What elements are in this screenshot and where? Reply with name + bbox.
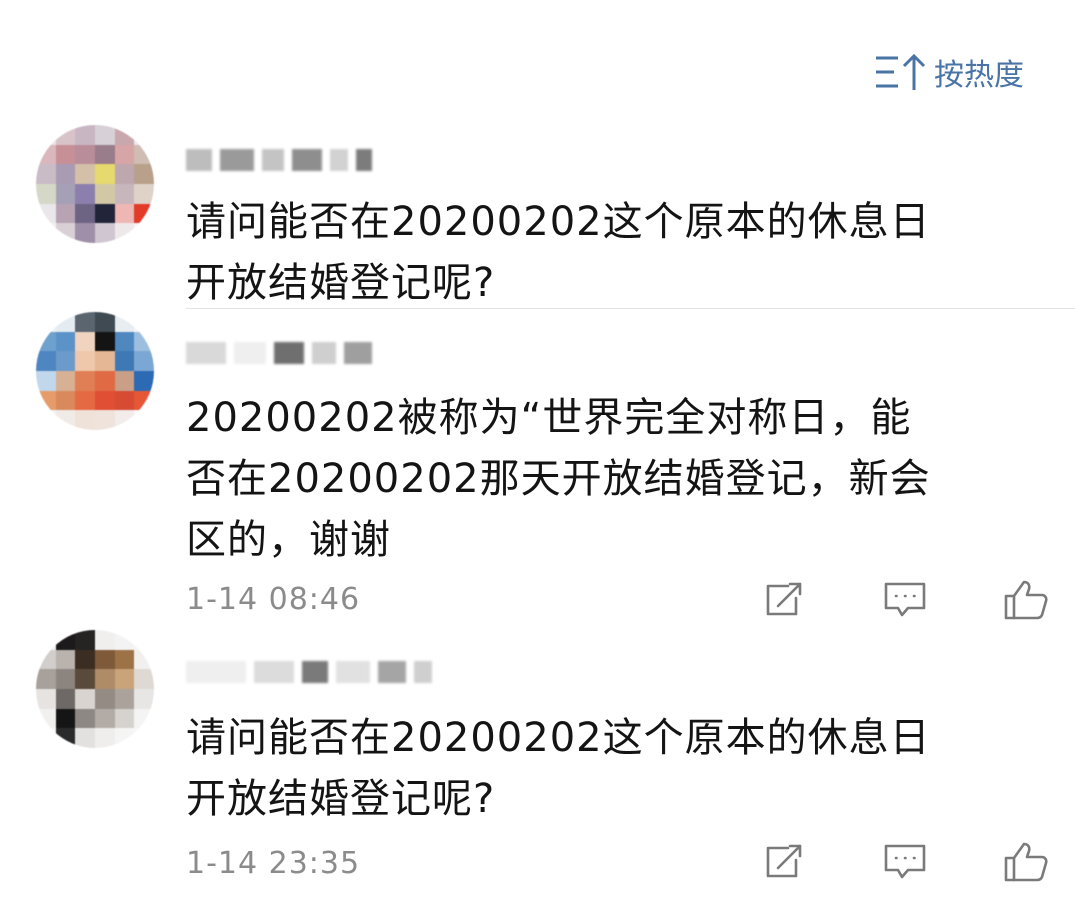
divider	[186, 308, 1075, 309]
comment-time: 1-14 23:35	[186, 846, 361, 881]
comment-icon	[884, 844, 926, 879]
share-icon	[766, 582, 802, 616]
comment-icon	[884, 582, 926, 617]
share-button[interactable]	[755, 576, 813, 624]
like-button[interactable]	[997, 576, 1055, 624]
comment-text: 请问能否在20200202这个原本的休息日 开放结婚登记呢?	[186, 192, 1016, 314]
share-icon	[766, 844, 802, 878]
comment-line: 开放结婚登记呢?	[186, 260, 496, 306]
comment-text: 20200202被称为“世界完全对称日，能 否在20200202那天开放结婚登记…	[186, 388, 1016, 571]
thumbs-up-icon	[1004, 580, 1048, 620]
username-redacted[interactable]	[186, 333, 372, 373]
sort-by-hot-button[interactable]: 按热度	[872, 48, 1062, 96]
thumbs-up-icon	[1004, 842, 1048, 882]
sort-label: 按热度	[934, 58, 1024, 93]
comment-line: 开放结婚登记呢?	[186, 776, 496, 822]
avatar[interactable]	[36, 630, 154, 748]
comment-line: 20200202被称为“世界完全对称日，能	[186, 395, 912, 441]
reply-button[interactable]	[876, 838, 934, 886]
comment-line: 区的，谢谢	[186, 517, 391, 563]
comment-line: 请问能否在20200202这个原本的休息日	[186, 715, 931, 761]
username-redacted[interactable]	[186, 652, 432, 692]
comment-line: 请问能否在20200202这个原本的休息日	[186, 199, 931, 245]
username-redacted[interactable]	[186, 140, 372, 180]
comment-actions	[755, 838, 1055, 886]
like-button[interactable]	[997, 838, 1055, 886]
share-button[interactable]	[755, 838, 813, 886]
comment-text: 请问能否在20200202这个原本的休息日 开放结婚登记呢?	[186, 708, 1016, 830]
avatar[interactable]	[36, 312, 154, 430]
comment-line: 否在20200202那天开放结婚登记，新会	[186, 456, 931, 502]
avatar[interactable]	[36, 125, 154, 243]
comment-actions	[755, 576, 1055, 624]
reply-button[interactable]	[876, 576, 934, 624]
comment-time: 1-14 08:46	[186, 582, 361, 617]
sort-desc-icon	[876, 53, 926, 90]
